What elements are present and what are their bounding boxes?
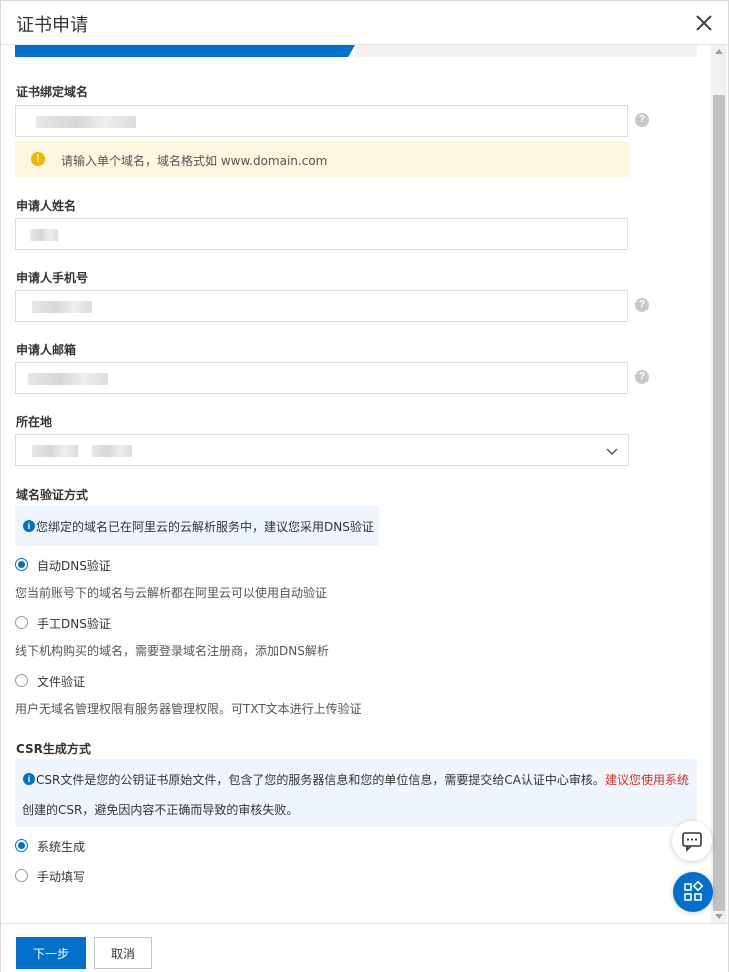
email-label: 申请人邮箱 <box>16 343 77 357</box>
chat-icon <box>682 832 702 852</box>
location-select[interactable] <box>15 434 629 466</box>
close-icon[interactable] <box>694 13 714 33</box>
step-inactive <box>355 45 697 57</box>
redacted-value <box>92 445 132 457</box>
domain-warning: ! 请输入单个域名，域名格式如 www.domain.com <box>15 141 629 177</box>
dialog-footer: 下一步 取消 <box>1 923 728 972</box>
info-icon: i <box>23 773 35 785</box>
step-active <box>15 45 355 57</box>
radio-manual-dns-label[interactable]: 手工DNS验证 <box>37 615 111 632</box>
scrollbar[interactable] <box>711 45 727 923</box>
dialog-header: 证书申请 <box>1 1 728 45</box>
apps-button[interactable] <box>673 872 713 912</box>
verification-label: 域名验证方式 <box>16 488 89 502</box>
file-verification-description: 用户无域名管理权限有服务器管理权限。可TXT文本进行上传验证 <box>15 702 362 716</box>
csr-info: i CSR文件是您的公钥证书原始文件，包含了您的服务器信息和您的单位信息，需要提… <box>15 759 697 827</box>
verification-info-text: 您绑定的域名已在阿里云的云解析服务中，建议您采用DNS验证 <box>36 520 374 534</box>
dialog-body: 证书绑定域名 ? ! 请输入单个域名，域名格式如 www.domain.com … <box>1 45 712 923</box>
location-label: 所在地 <box>16 415 53 429</box>
radio-file-verification-label[interactable]: 文件验证 <box>37 673 85 690</box>
redacted-value <box>28 373 108 385</box>
redacted-value <box>32 301 92 313</box>
scrollbar-thumb[interactable] <box>713 95 725 911</box>
warning-icon: ! <box>31 152 45 166</box>
apps-icon <box>684 880 704 901</box>
certificate-application-dialog: 证书申请 证书绑定域名 ? ! 请输入单个域名，域名格式如 www.domain… <box>0 0 729 972</box>
question-circle-icon[interactable]: ? <box>635 298 649 312</box>
scroll-down-arrow[interactable] <box>715 914 723 919</box>
dialog-title: 证书申请 <box>16 15 88 36</box>
question-circle-icon[interactable]: ? <box>635 113 649 127</box>
phone-label: 申请人手机号 <box>16 271 89 285</box>
email-input[interactable] <box>15 362 628 394</box>
info-icon: i <box>23 520 35 532</box>
radio-auto-dns-label[interactable]: 自动DNS验证 <box>37 557 111 574</box>
redacted-value <box>36 116 136 128</box>
chevron-down-icon <box>606 448 618 455</box>
scroll-up-arrow[interactable] <box>715 49 723 54</box>
redacted-value <box>32 445 78 457</box>
domain-input[interactable] <box>15 105 628 137</box>
phone-input[interactable] <box>15 290 628 322</box>
radio-system-generate[interactable] <box>15 839 28 852</box>
redacted-value <box>30 229 58 241</box>
radio-manual-input-label[interactable]: 手动填写 <box>37 868 85 885</box>
domain-warning-text: 请输入单个域名，域名格式如 www.domain.com <box>61 154 328 168</box>
auto-dns-description: 您当前账号下的域名与云解析都在阿里云可以使用自动验证 <box>15 586 328 600</box>
chat-button[interactable] <box>672 821 712 861</box>
domain-label: 证书绑定域名 <box>16 85 89 99</box>
radio-manual-input[interactable] <box>15 869 28 882</box>
manual-dns-description: 线下机构购买的域名，需要登录域名注册商，添加DNS解析 <box>15 644 329 658</box>
csr-info-text: CSR文件是您的公钥证书原始文件，包含了您的服务器信息和您的单位信息，需要提交给… <box>36 773 605 787</box>
csr-info-line1: CSR文件是您的公钥证书原始文件，包含了您的服务器信息和您的单位信息，需要提交给… <box>36 771 689 788</box>
next-button[interactable]: 下一步 <box>16 937 86 969</box>
radio-file-verification[interactable] <box>15 674 28 687</box>
csr-info-warning: 建议您使用系统 <box>604 773 689 787</box>
radio-system-generate-label[interactable]: 系统生成 <box>37 838 85 855</box>
csr-info-line2: 创建的CSR，避免因内容不正确而导致的审核失败。 <box>22 803 299 817</box>
radio-auto-dns[interactable] <box>15 558 28 571</box>
csr-label: CSR生成方式 <box>16 742 91 756</box>
name-label: 申请人姓名 <box>16 199 77 213</box>
name-input[interactable] <box>15 218 628 250</box>
verification-info: i 您绑定的域名已在阿里云的云解析服务中，建议您采用DNS验证 <box>15 506 379 546</box>
question-circle-icon[interactable]: ? <box>635 370 649 384</box>
cancel-button[interactable]: 取消 <box>94 937 152 969</box>
radio-manual-dns[interactable] <box>15 616 28 629</box>
step-progress <box>15 45 697 57</box>
